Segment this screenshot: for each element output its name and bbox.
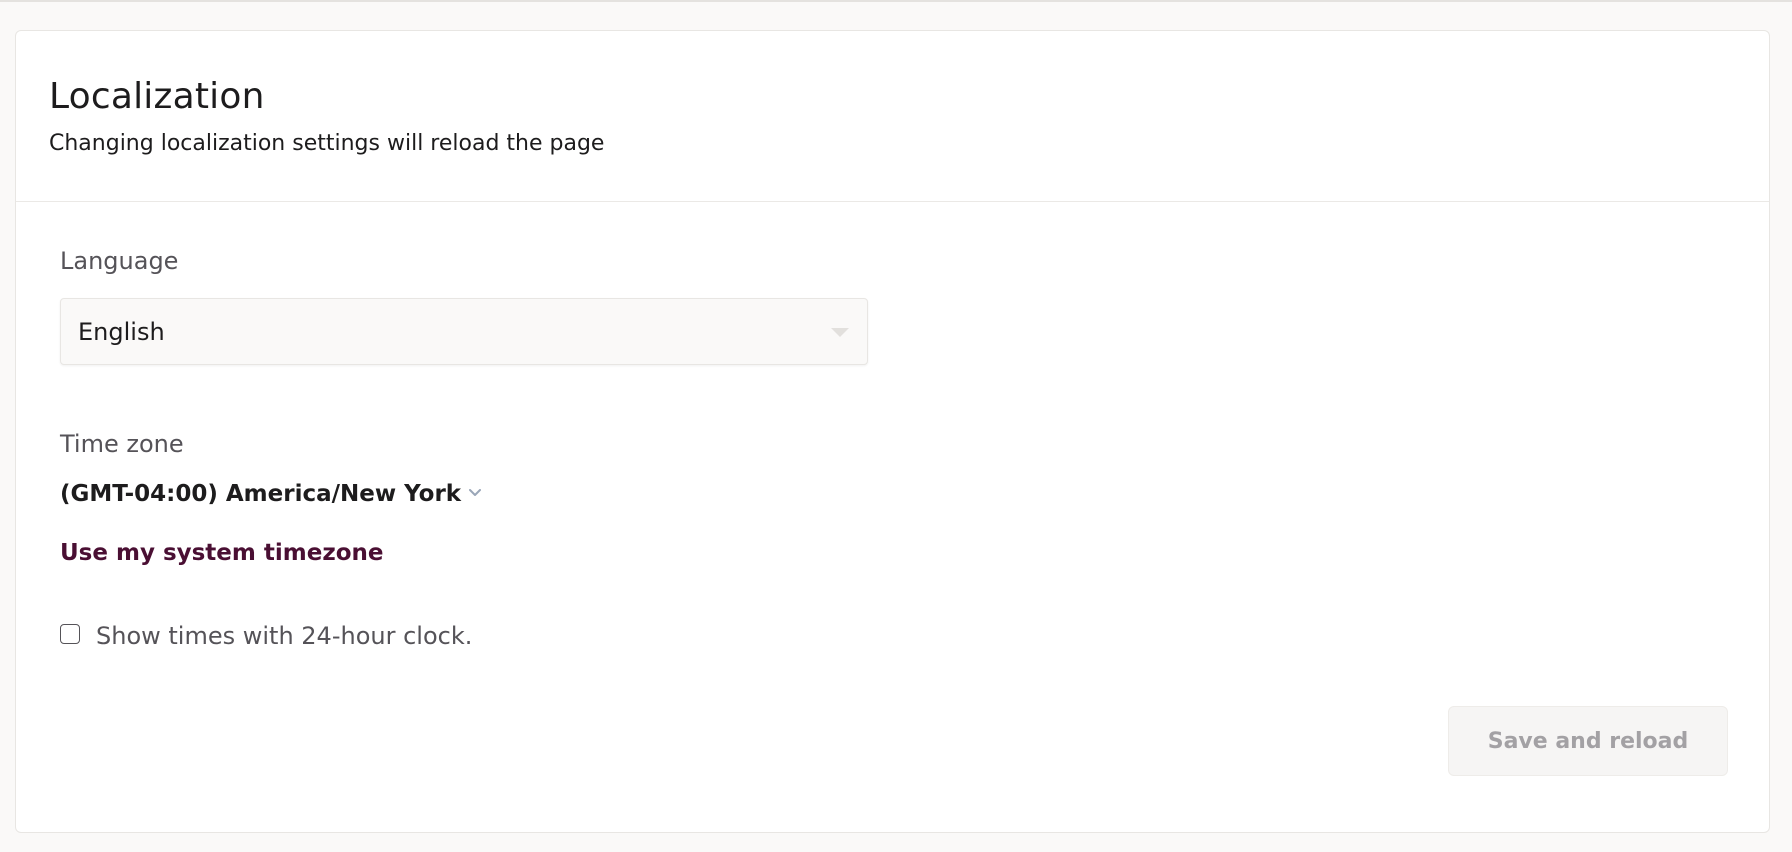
clock-24h-option: Show times with 24-hour clock.	[60, 622, 472, 650]
chevron-down-icon	[831, 327, 849, 337]
top-divider	[0, 0, 1792, 2]
save-and-reload-button[interactable]: Save and reload	[1448, 706, 1728, 776]
page-subtitle: Changing localization settings will relo…	[49, 131, 605, 157]
language-select-value: English	[78, 317, 165, 346]
timezone-label: Time zone	[60, 430, 184, 458]
page-title: Localization	[49, 76, 265, 117]
timezone-select[interactable]: (GMT-04:00) America/New York	[60, 481, 482, 507]
use-system-timezone-link[interactable]: Use my system timezone	[60, 540, 383, 566]
clock-24h-checkbox[interactable]	[60, 624, 80, 644]
language-select[interactable]: English	[60, 298, 868, 365]
localization-panel: Localization Changing localization setti…	[15, 30, 1770, 833]
panel-header: Localization Changing localization setti…	[16, 31, 1769, 202]
clock-24h-label[interactable]: Show times with 24-hour clock.	[96, 622, 472, 650]
language-label: Language	[60, 247, 179, 275]
chevron-down-icon	[469, 489, 482, 499]
timezone-select-value: (GMT-04:00) America/New York	[60, 481, 462, 507]
